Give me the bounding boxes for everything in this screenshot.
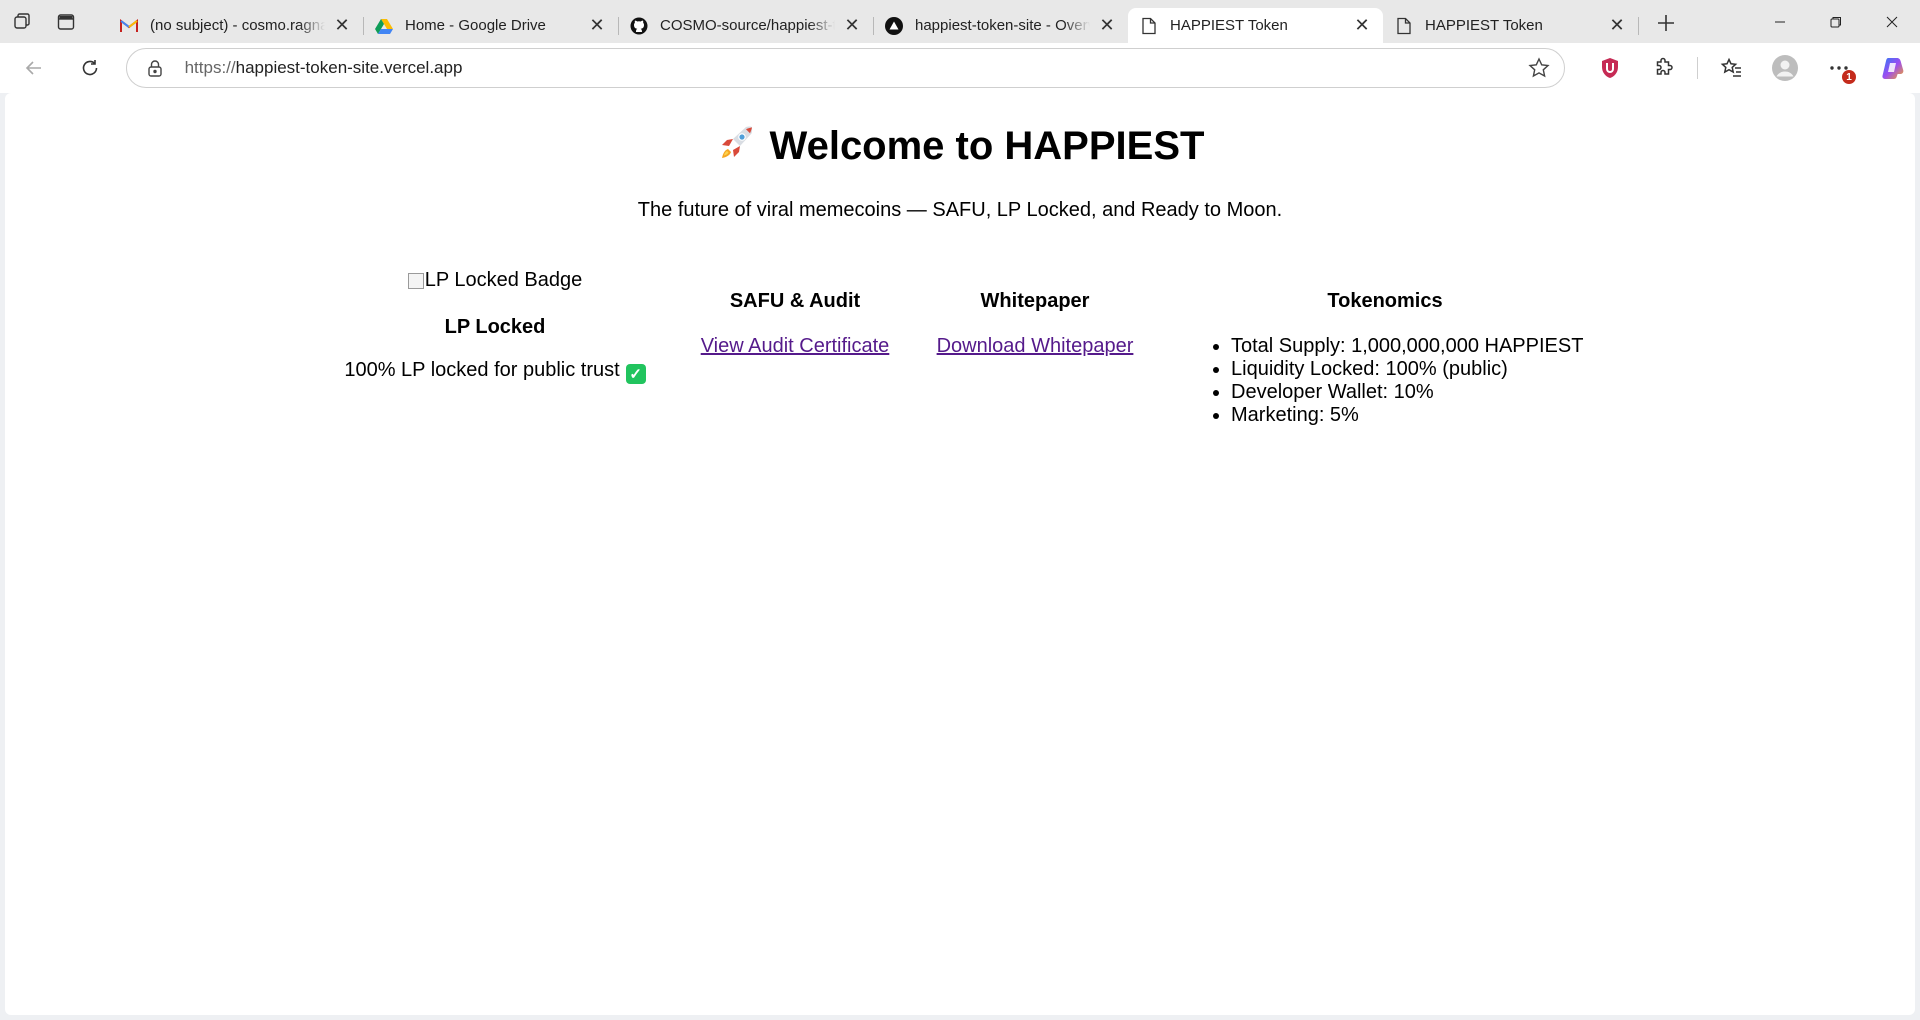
check-mark-icon: ✓ [625,363,646,384]
tab-title: (no subject) - cosmo.ragnar [150,17,325,34]
browser-toolbar: https://happiest-token-site.vercel.app 1 [0,43,1920,93]
profile-avatar[interactable] [1758,48,1812,88]
workspaces-icon[interactable] [0,0,44,43]
broken-image-icon [407,272,424,289]
google-drive-icon [375,17,393,35]
tab-title: happiest-token-site - Overview [915,17,1090,34]
tab-vercel[interactable]: happiest-token-site - Overview ✕ [873,8,1129,43]
back-button[interactable] [12,48,56,88]
whitepaper-heading: Whitepaper [980,290,1090,312]
tab-happiest-token-active[interactable]: HAPPIEST Token ✕ [1128,8,1383,43]
close-window-icon[interactable] [1864,0,1920,43]
vertical-tabs-icon[interactable] [44,0,88,43]
toolbar-separator [1697,57,1698,79]
lp-badge-alt-text: LP Locked Badge [424,269,583,291]
refresh-button[interactable] [68,48,112,88]
list-item: Developer Wallet: 10% [1231,381,1585,404]
tab-title: Home - Google Drive [405,17,546,34]
lp-locked-card: LP Locked Badge LP Locked 100% LP locked… [325,269,665,384]
notification-badge: 1 [1842,70,1856,84]
list-item: Marketing: 5% [1231,404,1585,427]
restore-icon[interactable] [1808,0,1864,43]
tab-gmail[interactable]: (no subject) - cosmo.ragnar ✕ [108,8,364,43]
gmail-icon [120,17,138,35]
vercel-icon [885,16,903,35]
tab-github[interactable]: COSMO-source/happiest-token ✕ [618,8,874,43]
close-tab-icon[interactable]: ✕ [841,15,863,37]
window-controls [1752,0,1920,43]
tokenomics-card: Tokenomics Total Supply: 1,000,000,000 H… [1185,290,1585,427]
close-tab-icon[interactable]: ✕ [586,15,608,37]
tab-separator [1638,17,1639,35]
close-tab-icon[interactable]: ✕ [1606,15,1628,37]
lp-locked-badge-image: LP Locked Badge [407,269,583,292]
tab-strip: (no subject) - cosmo.ragnar ✕ Home - Goo… [0,0,1920,43]
rocket-icon [716,123,756,173]
lock-icon[interactable] [145,58,165,78]
more-options-icon[interactable]: 1 [1812,48,1866,88]
page-icon [1395,17,1413,35]
page-subtitle: The future of viral memecoins — SAFU, LP… [637,199,1283,221]
github-icon [630,17,648,35]
tab-google-drive[interactable]: Home - Google Drive ✕ [363,8,619,43]
url-host: happiest-token-site.vercel.app [235,58,463,77]
close-tab-icon[interactable]: ✕ [331,15,353,37]
tokenomics-list: Total Supply: 1,000,000,000 HAPPIEST Liq… [1185,335,1585,427]
download-whitepaper-link[interactable]: Download Whitepaper [937,335,1134,358]
lp-locked-text: 100% LP locked for public trust ✓ [325,359,665,384]
url-text: https://happiest-token-site.vercel.app [185,58,1526,78]
page-title-text: Welcome to HAPPIEST [769,124,1205,168]
toolbar-right: 1 [1583,48,1920,88]
page-viewport: Welcome to HAPPIEST The future of viral … [5,93,1915,1015]
view-audit-certificate-link[interactable]: View Audit Certificate [701,335,890,358]
minimize-icon[interactable] [1752,0,1808,43]
close-tab-icon[interactable]: ✕ [1351,15,1373,37]
safu-audit-card: SAFU & Audit View Audit Certificate [685,290,905,358]
whitepaper-card: Whitepaper Download Whitepaper [925,290,1145,358]
ublock-extension-icon[interactable] [1583,48,1637,88]
tab-title: HAPPIEST Token [1170,17,1288,34]
page-title: Welcome to HAPPIEST [5,123,1915,173]
lp-locked-heading: LP Locked [444,315,546,338]
address-bar[interactable]: https://happiest-token-site.vercel.app [125,48,1565,88]
tab-title: HAPPIEST Token [1425,17,1543,34]
tab-title: COSMO-source/happiest-token [660,17,835,34]
url-scheme: https:// [184,58,236,77]
list-item: Total Supply: 1,000,000,000 HAPPIEST [1231,335,1585,358]
lp-locked-text-label: 100% LP locked for public trust [344,358,620,381]
copilot-icon[interactable] [1866,48,1920,88]
favorite-star-icon[interactable] [1526,55,1552,81]
close-tab-icon[interactable]: ✕ [1096,15,1118,37]
new-tab-button[interactable] [1646,3,1686,43]
page-icon [1140,17,1158,35]
tab-happiest-token[interactable]: HAPPIEST Token ✕ [1383,8,1639,43]
list-item: Liquidity Locked: 100% (public) [1231,358,1585,381]
tokenomics-heading: Tokenomics [1327,290,1443,312]
safu-audit-heading: SAFU & Audit [729,290,861,312]
favorites-icon[interactable] [1704,48,1758,88]
extensions-icon[interactable] [1637,48,1691,88]
